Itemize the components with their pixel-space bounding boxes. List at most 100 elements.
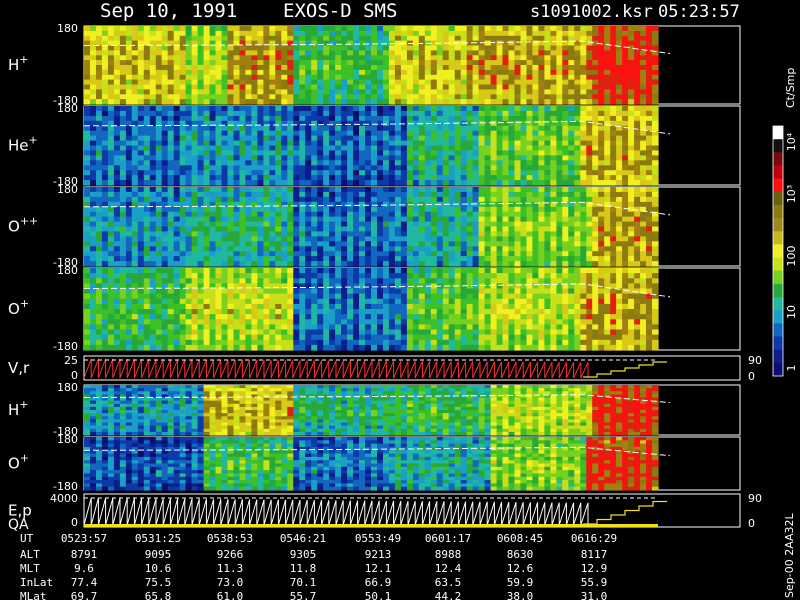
panel-species-label: O+ <box>8 452 29 473</box>
qa-bar <box>84 524 658 527</box>
y-tick-top: 180 <box>57 102 78 115</box>
ephemeris-cell: 73.0 <box>217 576 244 589</box>
ephemeris-cell: 9095 <box>145 548 172 561</box>
ephemeris-cell: 9213 <box>365 548 392 561</box>
ephemeris-cell: 12.9 <box>581 562 608 575</box>
colorbar-swatch <box>773 152 783 166</box>
ephemeris-cell: 0601:17 <box>425 532 471 545</box>
colorbar-swatch <box>773 231 783 245</box>
ephemeris-cell: 12.1 <box>365 562 392 575</box>
ephemeris-cell: 50.1 <box>365 590 392 600</box>
colorbar-swatch <box>773 218 783 232</box>
ephemeris-cell: 11.8 <box>290 562 317 575</box>
panel-8: 40000900E,pQA <box>8 492 762 533</box>
ephemeris-cell: 0538:53 <box>207 532 253 545</box>
panel-4: 180 -180 O+ <box>8 264 741 353</box>
spectrogram-cells <box>84 187 659 267</box>
panel-secondary-label: QA <box>8 517 29 533</box>
right-tick-top: 90 <box>748 354 762 367</box>
colorbar-swatch <box>773 323 783 338</box>
ephemeris-cell: 8988 <box>435 548 462 561</box>
exos-d-sms-plot: Sep 10, 1991 EXOS-D SMS s1091002.ksr 05:… <box>8 0 798 600</box>
spectrogram-cells <box>84 385 659 436</box>
panel-species-label: H+ <box>8 53 29 74</box>
ephemeris-cell: 11.3 <box>217 562 244 575</box>
ephemeris-table: UT ALTMLTInLatMLat 0523:57 87919.677.469.7 0… <box>20 532 617 600</box>
colorbar-swatch <box>773 191 783 206</box>
colorbar: 1 10 100 10³ 10⁴ <box>772 125 798 377</box>
ephemeris-cell: 0616:29 <box>571 532 617 545</box>
ephemeris-cell: 0546:21 <box>280 532 326 545</box>
panel-7: 180-180O+ <box>8 433 741 493</box>
colorbar-tick-label: 1 <box>785 365 798 372</box>
right-tick-bottom: 0 <box>748 370 755 383</box>
panel-3: 180-180O++ <box>8 183 741 269</box>
ephemeris-cell: 0523:57 <box>61 532 107 545</box>
header-file: s1091002.ksr <box>530 2 653 22</box>
ephemeris-row-label: InLat <box>20 576 53 589</box>
ephemeris-cell: 55.7 <box>290 590 317 600</box>
panel-species-label: O+ <box>8 297 29 318</box>
y-tick-top: 4000 <box>50 492 78 505</box>
ephemeris-cell: 61.0 <box>217 590 244 600</box>
ephemeris-cell: 8791 <box>71 548 98 561</box>
colorbar-unit-label: Ct/Smp <box>784 68 797 108</box>
panel-6: 180-180H+ <box>8 381 741 438</box>
ephemeris-row-label: MLat <box>20 590 47 600</box>
colorbar-swatch <box>773 257 783 272</box>
right-tick-top: 90 <box>748 492 762 505</box>
colorbar-swatch <box>773 126 783 140</box>
ephemeris-cell: 75.5 <box>145 576 172 589</box>
colorbar-swatch <box>773 283 783 298</box>
ephemeris-cell: 44.2 <box>435 590 462 600</box>
colorbar-swatch <box>773 204 783 219</box>
panel-species-charge: + <box>20 297 29 310</box>
y-tick-bottom: 0 <box>71 516 78 529</box>
ephemeris-cell: 12.6 <box>507 562 534 575</box>
colorbar-swatch <box>773 310 783 324</box>
y-tick-top: 180 <box>57 183 78 196</box>
panel-species-charge: + <box>29 134 38 147</box>
ephemeris-row-label: UT <box>20 532 34 545</box>
ephemeris-cell: 31.0 <box>581 590 608 600</box>
panel-species-charge: + <box>20 452 29 465</box>
colorbar-swatch <box>773 178 783 193</box>
right-tick-bottom: 0 <box>748 517 755 530</box>
ephemeris-cell: 63.5 <box>435 576 462 589</box>
ephemeris-cell: 9266 <box>217 548 244 561</box>
colorbar-swatch <box>773 349 783 364</box>
ephemeris-cell: 70.1 <box>290 576 317 589</box>
ephemeris-cell: 38.0 <box>507 590 534 600</box>
y-tick-top: 180 <box>57 22 78 35</box>
panel-species-label: V,r <box>8 359 30 377</box>
header-time: 05:23:57 <box>658 2 740 22</box>
ephemeris-cell: 66.9 <box>365 576 392 589</box>
colorbar-tick-label: 10 <box>785 305 798 319</box>
panel-5: 250900V,r <box>8 354 762 383</box>
ephemeris-cell: 55.9 <box>581 576 608 589</box>
ephemeris-cell: 59.9 <box>507 576 534 589</box>
spectrogram-cells <box>84 106 659 186</box>
ephemeris-cell: 0553:49 <box>355 532 401 545</box>
panel-stack: 180-180H+180-180He+180-180O++180-180O+25… <box>8 22 762 533</box>
y-tick-top: 180 <box>57 264 78 277</box>
colorbar-tick-label: 100 <box>785 246 798 267</box>
colorbar-swatch <box>773 139 783 153</box>
y-tick-bottom: -180 <box>53 340 78 353</box>
ephemeris-cell: 69.7 <box>71 590 98 600</box>
colorbar-swatch <box>773 297 783 311</box>
side-stamp: Sep-00 2AA32L <box>783 512 796 598</box>
panel-1: 180-180H+ <box>8 22 741 107</box>
y-tick-top: 180 <box>57 381 78 394</box>
colorbar-tick-label: 10⁴ <box>785 132 798 151</box>
ephemeris-cell: 10.6 <box>145 562 172 575</box>
colorbar-tick-label: 10³ <box>785 185 798 203</box>
panel-species-charge: ++ <box>20 215 38 228</box>
ephemeris-row-label: MLT <box>20 562 40 575</box>
y-tick-top: 25 <box>64 354 78 367</box>
panel-species-charge: + <box>19 398 28 411</box>
header-date: Sep 10, 1991 <box>100 0 237 22</box>
ephemeris-cell: 8630 <box>507 548 534 561</box>
ephemeris-cell: 12.4 <box>435 562 462 575</box>
ephemeris-cell: 65.8 <box>145 590 172 600</box>
